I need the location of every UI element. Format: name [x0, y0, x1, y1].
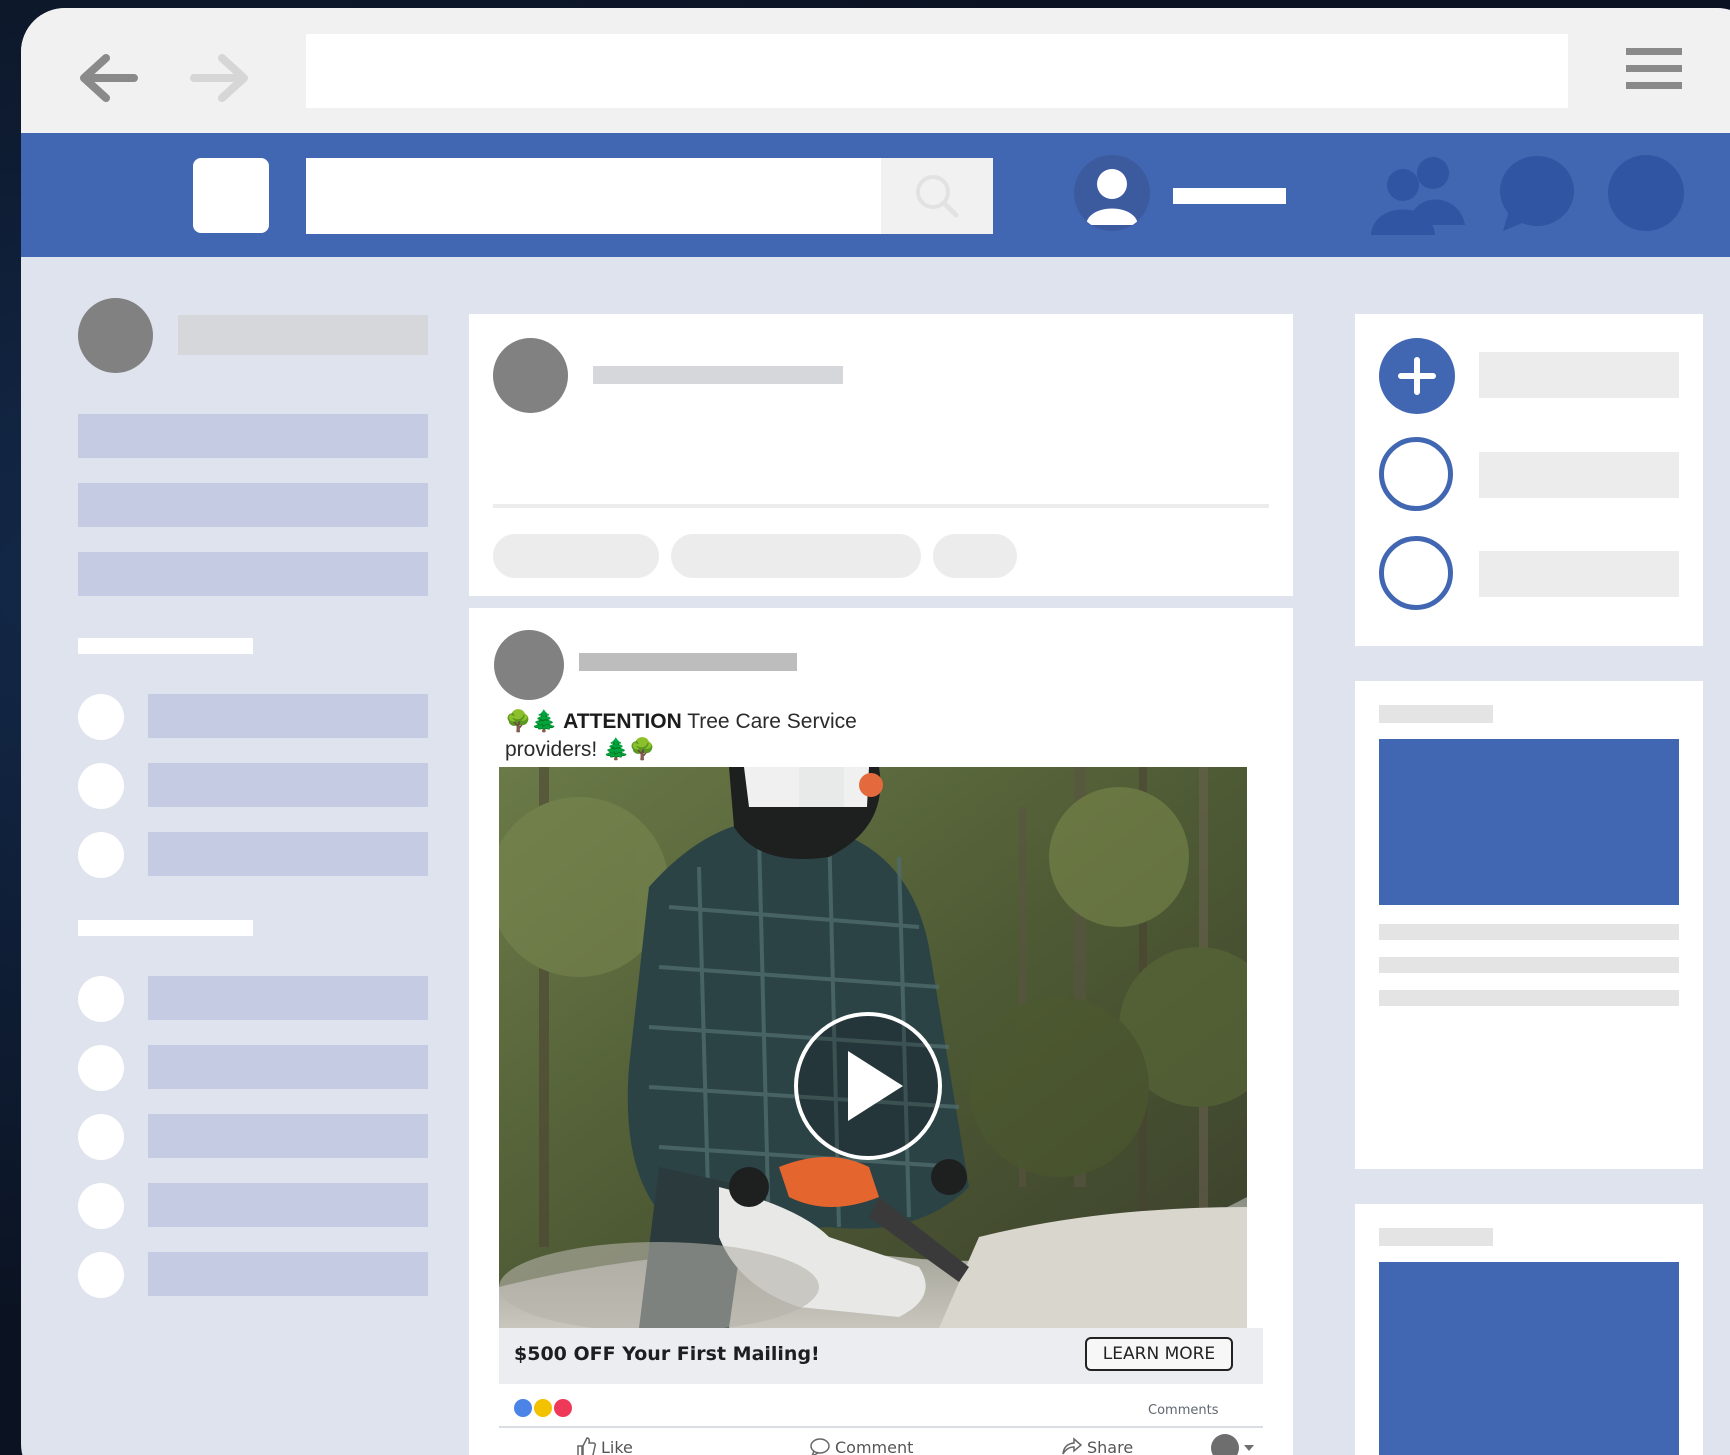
shortcut-item[interactable] [148, 1114, 428, 1158]
address-bar[interactable] [306, 34, 1568, 108]
composer-option-button[interactable] [933, 534, 1017, 578]
composer-option-button[interactable] [493, 534, 659, 578]
composer-avatar [493, 338, 568, 413]
share-icon [1062, 1437, 1083, 1455]
chevron-down-icon [1244, 1445, 1254, 1451]
section-heading [78, 920, 253, 936]
post-author-avatar[interactable] [494, 630, 564, 700]
browser-window: 🌳🌲 ATTENTION Tree Care Service providers… [21, 8, 1730, 1455]
divider [499, 1426, 1263, 1428]
love-reaction-icon [554, 1399, 572, 1417]
radio-icon[interactable] [1379, 536, 1453, 610]
arrow-left-icon[interactable] [76, 48, 140, 108]
hamburger-menu-icon[interactable] [1626, 48, 1682, 94]
right-widget-card [1355, 314, 1703, 646]
friends-icon[interactable] [1367, 155, 1467, 235]
tree-emoji-icon: 🌳🌲 [505, 710, 558, 733]
reaction-summary[interactable] [514, 1399, 574, 1417]
composer-option-button[interactable] [671, 534, 921, 578]
radio-icon[interactable] [1379, 437, 1453, 511]
post-text-line2: providers! [505, 738, 598, 761]
arrow-right-icon[interactable] [188, 48, 252, 108]
chat-bubble-icon[interactable] [1499, 155, 1575, 233]
shortcut-icon [78, 1183, 124, 1229]
browser-toolbar [21, 8, 1730, 133]
user-avatar-icon[interactable] [1074, 155, 1150, 231]
comments-count[interactable]: Comments [1148, 1403, 1218, 1418]
comment-button[interactable]: Comment [809, 1436, 913, 1455]
sidebar-item[interactable] [78, 414, 428, 458]
play-icon[interactable] [793, 1011, 943, 1161]
notification-circle-icon[interactable] [1608, 155, 1684, 231]
widget-item[interactable] [1479, 452, 1679, 498]
divider [493, 504, 1269, 508]
ad-heading [1379, 1228, 1493, 1246]
call-to-action-bar: $500 OFF Your First Mailing! LEARN MORE [499, 1328, 1263, 1384]
shortcut-item[interactable] [148, 1045, 428, 1089]
post-text-rest: Tree Care Service [681, 710, 857, 733]
search-icon [916, 175, 959, 218]
section-heading [78, 638, 253, 654]
composer-input-placeholder[interactable] [593, 366, 843, 384]
site-header [21, 133, 1730, 257]
shortcut-icon [78, 1252, 124, 1298]
right-ad-card [1355, 1204, 1703, 1455]
search-button[interactable] [881, 158, 993, 234]
shortcut-item[interactable] [148, 763, 428, 807]
shortcut-icon [78, 694, 124, 740]
user-avatar[interactable] [78, 298, 153, 373]
shortcut-item[interactable] [148, 832, 428, 876]
like-label: Like [601, 1437, 633, 1455]
shortcut-icon [78, 1114, 124, 1160]
like-button[interactable]: Like [575, 1436, 633, 1455]
logo-square-icon[interactable] [193, 158, 269, 233]
ad-text-line [1379, 990, 1679, 1006]
like-reaction-icon [514, 1399, 532, 1417]
shortcut-icon [78, 832, 124, 878]
shortcut-icon [78, 976, 124, 1022]
cta-title: $500 OFF Your First Mailing! [514, 1343, 820, 1365]
ad-text-line [1379, 924, 1679, 940]
shortcut-item[interactable] [148, 1252, 428, 1296]
audience-selector[interactable] [1211, 1434, 1255, 1455]
ad-image[interactable] [1379, 1262, 1679, 1455]
post-text-bold: ATTENTION [563, 710, 682, 733]
video-player[interactable] [499, 767, 1247, 1328]
search-input[interactable] [306, 158, 884, 234]
sidebar-item[interactable] [78, 483, 428, 527]
ad-heading [1379, 705, 1493, 723]
shortcut-icon [78, 763, 124, 809]
post-text: 🌳🌲 ATTENTION Tree Care Service providers… [505, 708, 857, 764]
profile-name[interactable] [1173, 188, 1286, 204]
post-author-name[interactable] [579, 653, 797, 671]
share-label: Share [1087, 1437, 1134, 1455]
ad-image[interactable] [1379, 739, 1679, 905]
wow-reaction-icon [534, 1399, 552, 1417]
comment-icon [810, 1438, 830, 1455]
tree-emoji-icon: 🌲🌳 [603, 738, 656, 761]
widget-item[interactable] [1479, 551, 1679, 597]
learn-more-button[interactable]: LEARN MORE [1085, 1337, 1233, 1371]
ad-text-line [1379, 957, 1679, 973]
share-button[interactable]: Share [1061, 1436, 1133, 1455]
widget-item[interactable] [1479, 352, 1679, 398]
thumbs-up-icon [577, 1437, 597, 1455]
sidebar-item[interactable] [78, 552, 428, 596]
shortcut-item[interactable] [148, 694, 428, 738]
sponsored-post: 🌳🌲 ATTENTION Tree Care Service providers… [469, 608, 1293, 1455]
audience-avatar [1211, 1434, 1239, 1455]
shortcut-item[interactable] [148, 976, 428, 1020]
right-ad-card [1355, 681, 1703, 1169]
post-composer [469, 314, 1293, 596]
user-name-placeholder[interactable] [178, 315, 428, 355]
plus-icon[interactable] [1379, 338, 1455, 414]
shortcut-item[interactable] [148, 1183, 428, 1227]
comment-label: Comment [835, 1437, 914, 1455]
shortcut-icon [78, 1045, 124, 1091]
